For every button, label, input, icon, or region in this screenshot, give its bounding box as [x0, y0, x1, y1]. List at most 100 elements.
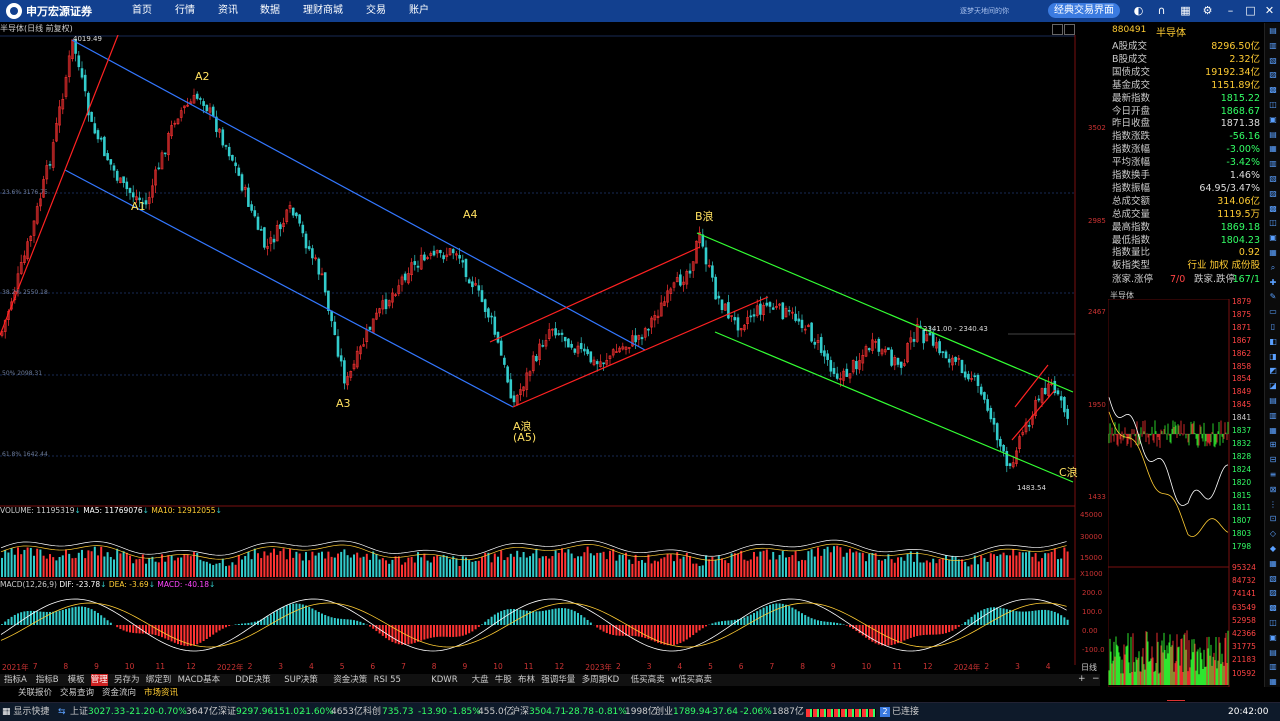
headset-icon[interactable]: ∩	[1155, 4, 1168, 17]
macd-bar	[548, 610, 550, 625]
nav-home[interactable]: 首页	[132, 0, 152, 22]
toolbar-icon[interactable]: ▩	[1267, 84, 1279, 96]
toolbar-icon[interactable]: ⌕	[1267, 262, 1279, 274]
toolbar-icon[interactable]: ✎	[1267, 291, 1279, 303]
toolbar-icon[interactable]: ⊞	[1267, 439, 1279, 451]
toolbar-icon[interactable]: ▤	[1267, 25, 1279, 37]
toolbar-icon[interactable]: ◩	[1267, 365, 1279, 377]
indicator-tab[interactable]: 强调华量	[541, 674, 575, 686]
toolbar-icon[interactable]: ✚	[1267, 277, 1279, 289]
indicator-tab[interactable]: 另存为	[114, 674, 140, 686]
nav-account[interactable]: 账户	[409, 0, 429, 22]
toolbar-icon[interactable]: ▦	[1267, 143, 1279, 155]
toolbar-icon[interactable]: ▦	[1267, 425, 1279, 437]
toolbar-icon[interactable]: ▥	[1267, 661, 1279, 673]
zoom-in-button[interactable]: +	[1078, 674, 1086, 684]
bottom-tab[interactable]: 关联报价	[18, 687, 52, 699]
candle	[340, 356, 342, 361]
toolbar-icon[interactable]: ▨	[1267, 69, 1279, 81]
indicator-tab[interactable]: MACD基本	[178, 674, 220, 686]
macd-bar	[1031, 611, 1033, 625]
toolbar-icon[interactable]: ▤	[1267, 395, 1279, 407]
toolbar-icon[interactable]: ▥	[1267, 410, 1279, 422]
toolbar-icon[interactable]: ▭	[1267, 306, 1279, 318]
toolbar-icon[interactable]: ◧	[1267, 336, 1279, 348]
mini-frame	[1108, 299, 1229, 687]
toolbar-icon[interactable]: ▦	[1267, 558, 1279, 570]
macd-bar	[830, 622, 832, 625]
toolbar-icon[interactable]: ◆	[1267, 543, 1279, 555]
indicator-tab[interactable]: 指标A	[4, 674, 27, 686]
kline-chart[interactable]	[0, 35, 1105, 505]
toolbar-icon[interactable]: ◨	[1267, 351, 1279, 363]
toolbar-icon[interactable]: ◫	[1267, 617, 1279, 629]
toolbar-icon[interactable]: ◫	[1267, 217, 1279, 229]
indicator-tab[interactable]: w低买高卖	[671, 674, 712, 686]
toolbar-icon[interactable]: ▣	[1267, 114, 1279, 126]
nav-news[interactable]: 资讯	[218, 0, 238, 22]
toolbar-icon[interactable]: ⋮	[1267, 499, 1279, 511]
toolbar-icon[interactable]: ▣	[1267, 232, 1279, 244]
toolbar-icon[interactable]: ▩	[1267, 602, 1279, 614]
nav-mall[interactable]: 理财商城	[303, 0, 343, 22]
macd-bar	[235, 624, 237, 625]
bottom-tab[interactable]: 资金流向	[102, 687, 136, 699]
grid-icon[interactable]: ▦	[1179, 4, 1192, 17]
toolbar-icon[interactable]: ▧	[1267, 173, 1279, 185]
zoom-out-button[interactable]: −	[1092, 674, 1100, 684]
indicator-tab[interactable]: 绑定到	[146, 674, 172, 686]
toolbar-icon[interactable]: ▯	[1267, 321, 1279, 333]
chart-settings-icon[interactable]	[1052, 24, 1063, 35]
volume-bar	[39, 549, 41, 577]
toolbar-icon[interactable]: ◪	[1267, 380, 1279, 392]
toolbar-icon[interactable]: ▦	[1267, 247, 1279, 259]
minimize-icon[interactable]: –	[1224, 4, 1237, 17]
indicator-tab[interactable]: 指标B	[36, 674, 59, 686]
wave-label-c: C浪	[1059, 464, 1078, 480]
indicator-tab[interactable]: 布林	[518, 674, 535, 686]
chart-close-icon[interactable]	[1064, 24, 1075, 35]
volume-bar	[625, 553, 627, 577]
indicator-tab[interactable]: 模板	[68, 674, 85, 686]
toolbar-icon[interactable]: ▨	[1267, 188, 1279, 200]
volume-bar	[1028, 551, 1030, 577]
toolbar-icon[interactable]: ▧	[1267, 573, 1279, 585]
bottom-tab[interactable]: 市场资讯	[144, 687, 178, 699]
settings-icon[interactable]: ⚙	[1201, 4, 1214, 17]
indicator-tab[interactable]: 低买高卖	[631, 674, 665, 686]
volume-bar	[551, 556, 553, 577]
toolbar-icon[interactable]: ▣	[1267, 632, 1279, 644]
toolbar-icon[interactable]: ▧	[1267, 55, 1279, 67]
toolbar-icon[interactable]: ◫	[1267, 99, 1279, 111]
toolbar-icon[interactable]: ▩	[1267, 203, 1279, 215]
indicator-tab[interactable]: KDWR	[431, 674, 457, 686]
toolbar-icon[interactable]: ▤	[1267, 647, 1279, 659]
indicator-tab[interactable]: SUP决策	[284, 674, 318, 686]
bottom-tab[interactable]: 交易查询	[60, 687, 94, 699]
quick-toggle[interactable]: ▦ 显示快捷	[2, 705, 49, 719]
volume-bar	[724, 560, 726, 577]
indicator-tab[interactable]: 牛股	[495, 674, 512, 686]
toolbar-icon[interactable]: ▥	[1267, 40, 1279, 52]
nav-data[interactable]: 数据	[260, 0, 280, 22]
toolbar-icon[interactable]: ▤	[1267, 129, 1279, 141]
maximize-icon[interactable]: □	[1244, 4, 1257, 17]
toolbar-icon[interactable]: ▨	[1267, 587, 1279, 599]
nav-trade[interactable]: 交易	[366, 0, 386, 22]
toolbar-icon[interactable]: ⊠	[1267, 484, 1279, 496]
toolbar-icon[interactable]: ⊡	[1267, 513, 1279, 525]
skin-icon[interactable]: ◐	[1132, 4, 1145, 17]
toolbar-icon[interactable]: ▥	[1267, 158, 1279, 170]
indicator-tab[interactable]: RSI 55	[374, 674, 401, 686]
classic-trade-button[interactable]: 经典交易界面	[1048, 3, 1120, 18]
indicator-tab[interactable]: DDE决策	[235, 674, 270, 686]
close-icon[interactable]: ✕	[1263, 4, 1276, 17]
indicator-tab[interactable]: 大盘	[472, 674, 489, 686]
toolbar-icon[interactable]: ≡	[1267, 469, 1279, 481]
nav-quotes[interactable]: 行情	[175, 0, 195, 22]
indicator-tab[interactable]: 管理	[91, 674, 108, 686]
indicator-tab[interactable]: 资金决策	[333, 674, 367, 686]
toolbar-icon[interactable]: ◇	[1267, 528, 1279, 540]
toolbar-icon[interactable]: ⊟	[1267, 454, 1279, 466]
indicator-tab[interactable]: 多周期KD	[582, 674, 620, 686]
